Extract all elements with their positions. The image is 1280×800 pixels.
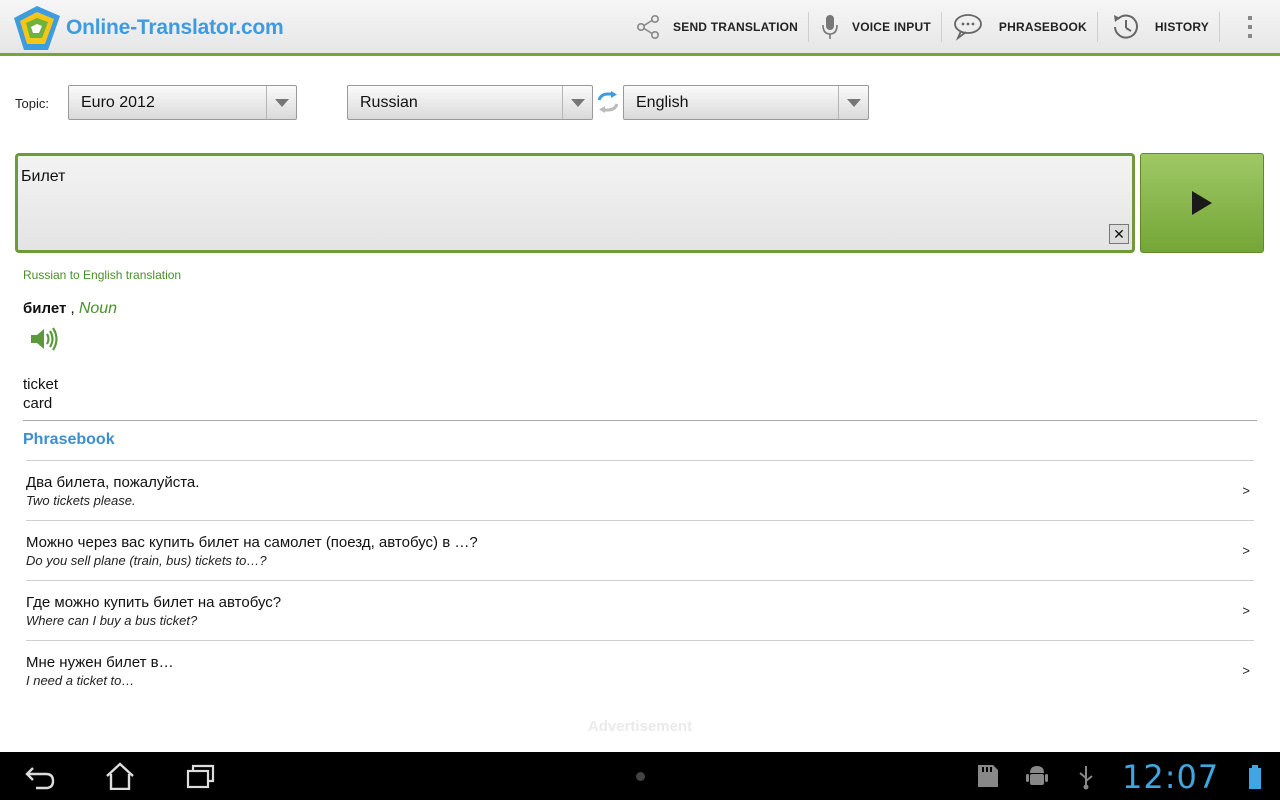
phrasebook-label: PHRASEBOOK bbox=[998, 19, 1087, 34]
chevron-right-icon: > bbox=[1242, 483, 1250, 498]
action-bar: Online-Translator.com SEND TRANSLATION V… bbox=[0, 0, 1280, 56]
topic-select[interactable]: Euro 2012 bbox=[68, 85, 297, 120]
meaning-item: card bbox=[23, 395, 53, 412]
phrase-translation: Where can I buy a bus ticket? bbox=[26, 613, 198, 628]
speaker-icon[interactable] bbox=[28, 325, 60, 353]
topic-select-value: Euro 2012 bbox=[81, 93, 155, 111]
play-arrow-icon bbox=[1192, 191, 1212, 215]
phrasebook-item[interactable]: Два билета, пожалуйста. Two tickets plea… bbox=[26, 460, 1254, 520]
back-icon[interactable] bbox=[24, 762, 56, 790]
phrasebook-list: Два билета, пожалуйста. Two tickets plea… bbox=[26, 460, 1254, 700]
usb-icon bbox=[1079, 766, 1093, 790]
history-label: HISTORY bbox=[1154, 19, 1209, 34]
headword-separator: , bbox=[66, 300, 79, 317]
speech-bubbles-icon bbox=[954, 13, 982, 41]
divider bbox=[23, 420, 1257, 421]
target-language-value: English bbox=[636, 93, 689, 111]
swap-languages-icon[interactable] bbox=[596, 91, 620, 113]
headword-line: билет , Noun bbox=[23, 300, 117, 318]
phrase-original: Можно через вас купить билет на самолет … bbox=[26, 534, 478, 551]
voice-input-label: VOICE INPUT bbox=[852, 19, 931, 34]
history-clock-icon bbox=[1113, 14, 1138, 39]
meaning-item: ticket bbox=[23, 376, 59, 393]
brand-title: Online-Translator.com bbox=[66, 16, 284, 39]
translate-button[interactable] bbox=[1140, 153, 1264, 253]
home-icon[interactable] bbox=[105, 762, 135, 790]
advertisement-label: Advertisement bbox=[587, 718, 693, 735]
system-bar: 12:07 bbox=[0, 752, 1280, 800]
logo-icon bbox=[14, 6, 60, 50]
phrase-original: Где можно купить билет на автобус? bbox=[26, 594, 282, 611]
meanings-list: ticket card bbox=[23, 375, 58, 413]
chevron-down-icon bbox=[266, 86, 296, 119]
phrasebook-item[interactable]: Можно через вас купить билет на самолет … bbox=[26, 520, 1254, 580]
part-of-speech: Noun bbox=[78, 300, 118, 317]
phrasebook-item[interactable]: Где можно купить билет на автобус? Where… bbox=[26, 580, 1254, 640]
chevron-right-icon: > bbox=[1242, 663, 1250, 678]
chevron-down-icon bbox=[562, 86, 592, 119]
page-indicator-dot bbox=[636, 772, 645, 781]
phrase-original: Мне нужен билет в… bbox=[26, 654, 174, 671]
recent-apps-icon[interactable] bbox=[186, 762, 216, 790]
chevron-right-icon: > bbox=[1242, 603, 1250, 618]
headword: билет bbox=[23, 300, 67, 317]
chevron-down-icon bbox=[838, 86, 868, 119]
action-buttons: SEND TRANSLATION VOICE INPUT PHRASEBOOK … bbox=[624, 0, 1280, 53]
battery-icon bbox=[1249, 765, 1261, 789]
phrase-translation: Do you sell plane (train, bus) tickets t… bbox=[26, 553, 267, 568]
source-language-select[interactable]: Russian bbox=[347, 85, 593, 120]
overflow-menu-button[interactable] bbox=[1220, 0, 1280, 53]
android-debug-icon bbox=[1026, 766, 1048, 785]
translation-direction: Russian to English translation bbox=[23, 268, 182, 282]
history-button[interactable]: HISTORY bbox=[1098, 0, 1219, 53]
phrasebook-item[interactable]: Мне нужен билет в… I need a ticket to… > bbox=[26, 640, 1254, 700]
phrase-translation: I need a ticket to… bbox=[26, 673, 135, 688]
target-language-select[interactable]: English bbox=[623, 85, 869, 120]
translation-input[interactable]: Билет ✕ bbox=[15, 153, 1135, 253]
voice-input-button[interactable]: VOICE INPUT bbox=[809, 0, 941, 53]
topic-label: Topic: bbox=[15, 96, 49, 111]
source-language-value: Russian bbox=[360, 93, 418, 111]
clear-input-button[interactable]: ✕ bbox=[1109, 224, 1129, 244]
system-clock: 12:07 bbox=[1122, 758, 1220, 796]
microphone-icon bbox=[822, 14, 838, 39]
send-translation-button[interactable]: SEND TRANSLATION bbox=[624, 0, 808, 53]
phrase-original: Два билета, пожалуйста. bbox=[26, 474, 200, 491]
phrase-translation: Two tickets please. bbox=[26, 493, 136, 508]
send-translation-label: SEND TRANSLATION bbox=[673, 19, 799, 34]
phrasebook-title: Phrasebook bbox=[23, 431, 115, 448]
sd-card-icon bbox=[978, 765, 998, 787]
translation-input-text: Билет bbox=[21, 168, 66, 185]
phrasebook-button[interactable]: PHRASEBOOK bbox=[942, 0, 1097, 53]
more-vertical-icon bbox=[1248, 15, 1252, 38]
chevron-right-icon: > bbox=[1242, 543, 1250, 558]
share-icon bbox=[637, 14, 660, 39]
app-root: Online-Translator.com SEND TRANSLATION V… bbox=[0, 0, 1280, 800]
